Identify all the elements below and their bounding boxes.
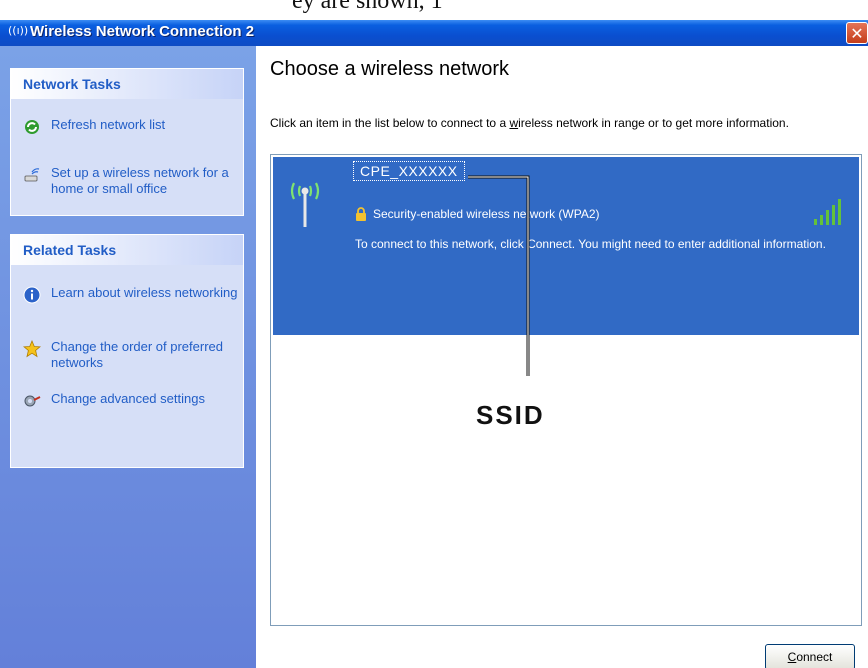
cropped-text: ey are shown, 1 xyxy=(292,0,443,14)
wireless-network-connection-window: ((ı)) Wireless Network Connection 2 ✕ Ne… xyxy=(0,20,868,668)
top-cropped-text-strip: ey are shown, 1 xyxy=(0,0,868,22)
ssid-callout-label: SSID xyxy=(476,400,545,430)
ssid-callout-line xyxy=(468,175,530,376)
